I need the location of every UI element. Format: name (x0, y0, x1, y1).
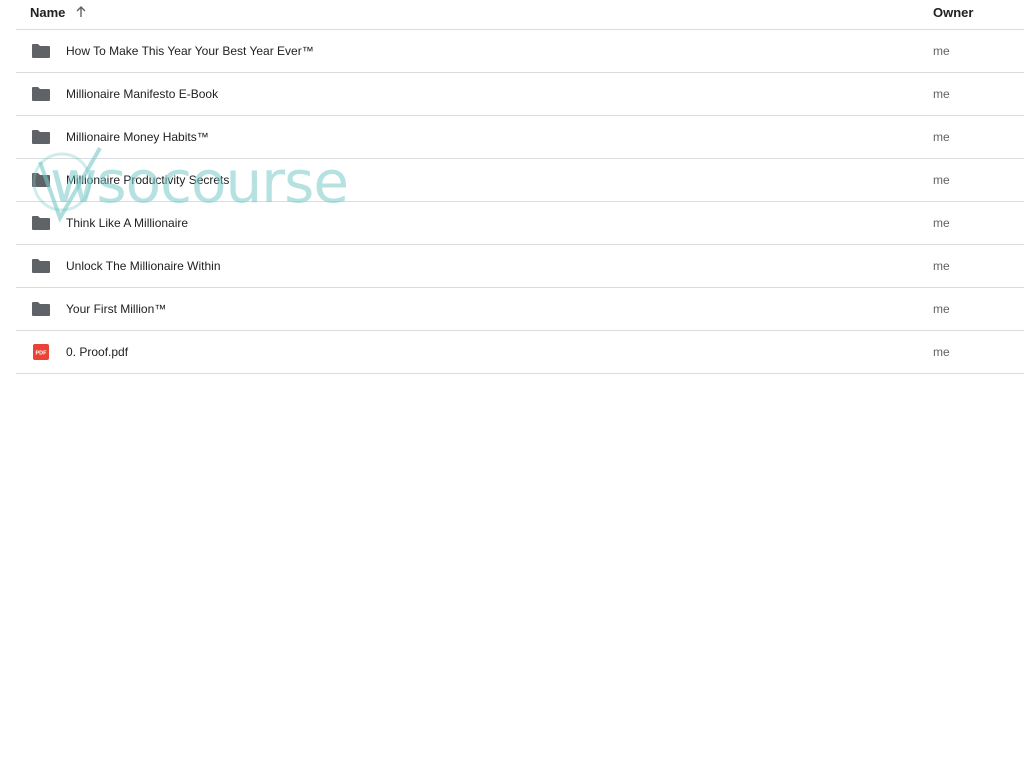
folder-icon (31, 129, 51, 145)
folder-icon (31, 258, 51, 274)
owner-column-label: Owner (933, 4, 974, 20)
file-owner: me (933, 173, 950, 187)
file-row[interactable]: Think Like A Millionaire me (16, 202, 1024, 245)
file-name: Think Like A Millionaire (66, 216, 189, 230)
file-owner: me (933, 130, 950, 144)
file-row[interactable]: PDF 0. Proof.pdf me (16, 331, 1024, 374)
name-column-header[interactable]: Name (30, 0, 89, 24)
owner-column-header[interactable]: Owner (933, 0, 973, 24)
file-owner: me (933, 216, 950, 230)
folder-icon (31, 215, 51, 231)
list-header: Name Owner (16, 0, 1024, 30)
folder-icon (31, 43, 51, 59)
file-row[interactable]: Millionaire Manifesto E-Book me (16, 73, 1024, 116)
file-owner: me (933, 302, 950, 316)
file-name: Your First Million™ (66, 302, 167, 316)
file-name: How To Make This Year Your Best Year Eve… (66, 44, 314, 58)
arrow-up-icon[interactable] (73, 4, 89, 20)
file-owner: me (933, 44, 950, 58)
folder-icon (31, 301, 51, 317)
folder-icon (31, 86, 51, 102)
file-owner: me (933, 345, 950, 359)
file-name: 0. Proof.pdf (66, 345, 129, 359)
file-name: Millionaire Manifesto E-Book (66, 87, 219, 101)
file-row[interactable]: Your First Million™ me (16, 288, 1024, 331)
name-column-label: Name (30, 4, 66, 20)
file-owner: me (933, 259, 950, 273)
file-name: Millionaire Money Habits™ (66, 130, 209, 144)
file-row[interactable]: How To Make This Year Your Best Year Eve… (16, 30, 1024, 73)
folder-icon (31, 172, 51, 188)
file-owner: me (933, 87, 950, 101)
pdf-icon: PDF (31, 344, 51, 360)
file-list: Name Owner How To Make This Year Your Be… (16, 0, 1024, 374)
file-row[interactable]: Unlock The Millionaire Within me (16, 245, 1024, 288)
file-name: Unlock The Millionaire Within (66, 259, 221, 273)
file-row[interactable]: Millionaire Money Habits™ me (16, 116, 1024, 159)
file-row[interactable]: Millionaire Productivity Secrets me (16, 159, 1024, 202)
svg-text:PDF: PDF (36, 351, 48, 357)
file-name: Millionaire Productivity Secrets (66, 173, 230, 187)
